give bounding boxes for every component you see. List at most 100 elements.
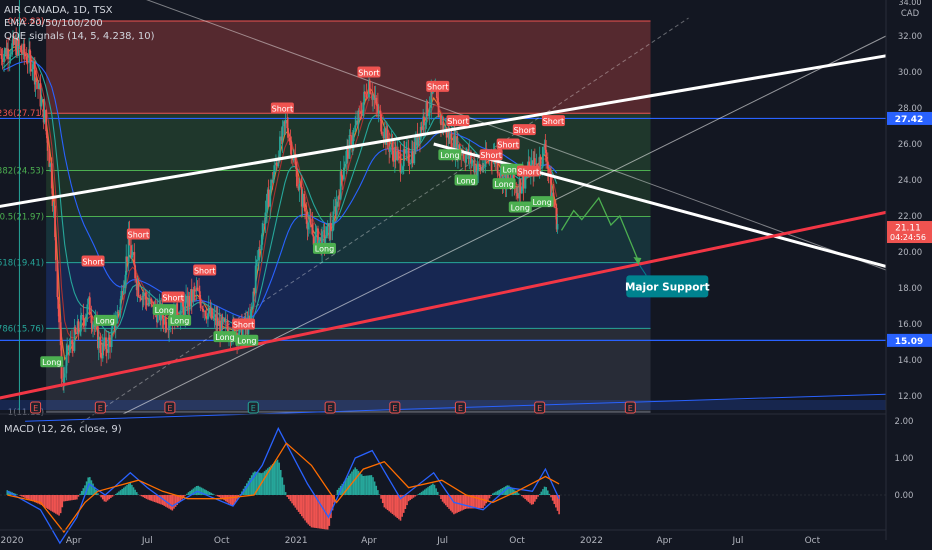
macd-histogram-bar	[302, 495, 305, 519]
macd-histogram-bar	[367, 475, 369, 495]
candle-body	[275, 162, 278, 166]
macd-histogram-bar	[522, 495, 525, 498]
candle-body	[100, 352, 103, 359]
candle-body	[364, 91, 366, 95]
candle-body	[389, 146, 391, 152]
macd-histogram-bar	[223, 495, 225, 501]
macd-histogram-bar	[364, 475, 366, 495]
time-axis-tick: Apr	[657, 536, 673, 546]
candle-body	[542, 147, 544, 165]
candle-body	[77, 321, 80, 332]
candle-body	[92, 324, 94, 329]
candle-body	[270, 179, 272, 190]
candle-body	[352, 130, 355, 142]
macd-histogram-bar	[195, 486, 198, 495]
signal-long-label: Long	[532, 198, 551, 207]
candle-body	[403, 149, 406, 154]
ema-legend[interactable]: EMA 20/50/100/200	[4, 18, 103, 29]
time-axis-tick: Apr	[66, 536, 82, 546]
macd-histogram-bar	[90, 480, 93, 495]
fib-level-label: 0.618(19.41)	[0, 259, 44, 269]
symbol-title[interactable]: AIR CANADA, 1D, TSX	[4, 5, 113, 16]
macd-histogram-bar	[462, 495, 465, 510]
candle-body	[213, 314, 216, 317]
macd-histogram-bar	[356, 469, 358, 495]
qqe-legend[interactable]: QQE signals (14, 5, 4.238, 10)	[4, 31, 155, 42]
signal-long-label: Long	[155, 306, 174, 315]
macd-histogram-bar	[525, 495, 528, 501]
macd-histogram-bar	[393, 495, 395, 516]
candle-body	[332, 211, 335, 231]
signal-long-label: Long	[42, 358, 61, 367]
candle-body	[423, 116, 425, 126]
last-price-label: 21.11	[895, 224, 921, 234]
macd-histogram-bar	[307, 495, 310, 525]
macd-histogram-bar	[168, 495, 170, 509]
macd-histogram-bar	[301, 495, 303, 517]
candle-body	[49, 163, 52, 167]
macd-histogram-bar	[488, 495, 491, 499]
macd-histogram-bar	[304, 495, 306, 521]
macd-legend[interactable]: MACD (12, 26, close, 9)	[4, 424, 122, 435]
candle-body	[52, 205, 55, 207]
candle-body	[539, 156, 542, 167]
candle-body	[224, 321, 227, 322]
candle-body	[43, 109, 46, 123]
candle-body	[309, 218, 312, 225]
time-axis-tick: Jul	[731, 536, 743, 546]
candle-body	[75, 332, 77, 335]
signal-long-label: Long	[96, 317, 115, 326]
candle-body	[440, 115, 442, 126]
signal-long-label: Long	[237, 337, 256, 346]
macd-histogram-bar	[142, 495, 145, 498]
macd-histogram-bar	[64, 495, 67, 502]
candle-body	[290, 141, 293, 157]
macd-histogram-bar	[446, 495, 449, 508]
candle-body	[139, 298, 142, 300]
macd-histogram-bar	[454, 495, 457, 514]
trading-chart[interactable]: 0(32.83)0.236(27.71)0.382(24.53)0.5(21.9…	[0, 0, 932, 550]
candle-body	[56, 260, 59, 298]
candle-body	[7, 48, 9, 60]
earnings-marker-label: E	[33, 404, 38, 413]
macd-histogram-bar	[373, 481, 376, 495]
macd-histogram-bar	[80, 491, 83, 495]
fib-level-label: 0.382(24.53)	[0, 166, 44, 176]
macd-histogram-bar	[124, 486, 127, 495]
candle-body	[143, 292, 145, 297]
candle-body	[474, 165, 476, 173]
macd-histogram-bar	[362, 475, 365, 495]
candle-body	[482, 166, 485, 169]
macd-histogram-bar	[121, 488, 123, 495]
price-axis-tick: 16.00	[898, 320, 922, 330]
signal-short-label: Short	[128, 230, 149, 239]
candle-body	[188, 295, 191, 307]
macd-histogram-bar	[381, 495, 384, 504]
candle-body	[222, 318, 225, 322]
macd-histogram-bar	[475, 495, 478, 509]
macd-histogram-bar	[305, 495, 308, 523]
candle-body	[41, 99, 43, 100]
macd-histogram-bar	[487, 495, 489, 501]
candle-body	[330, 223, 332, 231]
macd-histogram-bar	[46, 495, 49, 509]
candle-body	[264, 212, 267, 224]
candle-body	[533, 158, 536, 165]
candle-body	[26, 62, 29, 64]
macd-histogram-bar	[435, 488, 437, 495]
candle-body	[211, 308, 213, 319]
macd-histogram-bar	[521, 495, 523, 497]
macd-histogram-bar	[262, 472, 264, 495]
price-axis-tick: 24.00	[898, 176, 922, 186]
price-axis-tick: 18.00	[898, 284, 922, 294]
candle-body	[307, 222, 310, 230]
macd-histogram-bar	[187, 492, 190, 495]
macd-histogram-bar	[377, 490, 379, 495]
earnings-marker-label: E	[537, 404, 542, 413]
macd-histogram-bar	[21, 495, 23, 497]
macd-histogram-bar	[548, 493, 551, 495]
macd-histogram-bar	[275, 461, 277, 495]
macd-histogram-bar	[76, 495, 78, 500]
time-axis-tick: 2021	[285, 536, 308, 546]
earnings-marker-label: E	[392, 404, 397, 413]
